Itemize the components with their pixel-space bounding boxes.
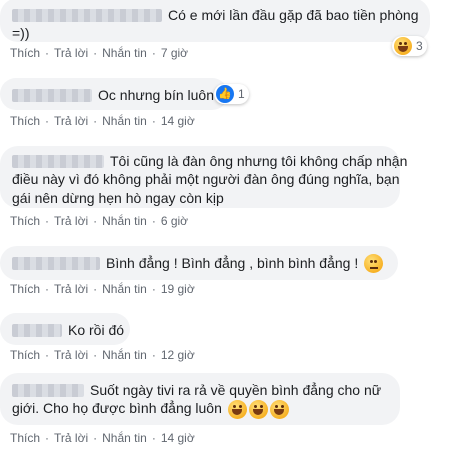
- comment-text: Có e mới lần đầu gặp đã bao tiền phòng: [168, 6, 419, 23]
- comment-text: =)): [12, 25, 30, 41]
- commenter-name-blurred[interactable]: [12, 383, 84, 397]
- comment-text: Ko rồi đó: [68, 321, 125, 338]
- commenter-name-blurred[interactable]: [12, 8, 162, 22]
- like-link[interactable]: Thích: [10, 431, 40, 445]
- message-link[interactable]: Nhắn tin: [102, 348, 147, 362]
- reaction-count: 1: [238, 87, 245, 101]
- like-icon: 👍: [216, 85, 234, 103]
- commenter-name-blurred[interactable]: [12, 256, 100, 270]
- message-link[interactable]: Nhắn tin: [102, 282, 147, 296]
- comment-text: Oc nhưng bín luôn: [98, 86, 215, 103]
- comment-text: gái nên dừng hẹn hò ngay còn kịp: [12, 190, 224, 206]
- commenter-name-blurred[interactable]: [12, 154, 104, 168]
- comment-text: Bình đẳng ! Bình đẳng , bình bình đẳng !: [106, 254, 359, 271]
- comment-actions: Thích · Trả lời · Nhắn tin · 7 giờ: [10, 46, 189, 60]
- comment-bubble: Có e mới lần đầu gặp đã bao tiền phòng =…: [0, 0, 430, 42]
- comment-actions: Thích · Trả lời · Nhắn tin · 14 giờ: [10, 431, 195, 445]
- comment-actions: Thích · Trả lời · Nhắn tin · 19 giờ: [10, 282, 195, 296]
- comment-bubble: Tôi cũng là đàn ông nhưng tôi không chấp…: [0, 146, 407, 208]
- reply-link[interactable]: Trả lời: [54, 46, 88, 60]
- comment-actions: Thích · Trả lời · Nhắn tin · 6 giờ: [10, 214, 189, 228]
- like-link[interactable]: Thích: [10, 114, 40, 128]
- laugh-icon: [248, 399, 268, 419]
- comment-bubble: Ko rồi đó: [0, 313, 130, 345]
- comment-text: Suốt ngày tivi ra rả về quyền bình đẳng …: [90, 381, 382, 398]
- message-link[interactable]: Nhắn tin: [102, 114, 147, 128]
- comment-time[interactable]: 19 giờ: [161, 282, 195, 296]
- laugh-icon: [269, 399, 289, 419]
- reply-link[interactable]: Trả lời: [54, 114, 88, 128]
- comment-bubble: Suốt ngày tivi ra rả về quyền bình đẳng …: [0, 373, 400, 425]
- commenter-name-blurred[interactable]: [12, 88, 92, 102]
- reply-link[interactable]: Trả lời: [54, 214, 88, 228]
- reaction-count: 3: [416, 39, 423, 53]
- commenter-name-blurred[interactable]: [12, 323, 62, 337]
- laugh-icon: [394, 37, 412, 55]
- reply-link[interactable]: Trả lời: [54, 431, 88, 445]
- comment-time[interactable]: 14 giờ: [161, 114, 195, 128]
- comment-time[interactable]: 12 giờ: [161, 348, 195, 362]
- like-link[interactable]: Thích: [10, 282, 40, 296]
- comment-bubble: Bình đẳng ! Bình đẳng , bình bình đẳng !: [0, 246, 398, 280]
- like-link[interactable]: Thích: [10, 46, 40, 60]
- message-link[interactable]: Nhắn tin: [102, 431, 147, 445]
- comment-bubble: Oc nhưng bín luôn: [0, 78, 228, 110]
- like-link[interactable]: Thích: [10, 214, 40, 228]
- comment-time[interactable]: 6 giờ: [161, 214, 188, 228]
- message-link[interactable]: Nhắn tin: [102, 214, 147, 228]
- laugh-icon: [227, 399, 247, 419]
- comment-actions: Thích · Trả lời · Nhắn tin · 12 giờ: [10, 348, 195, 362]
- reaction-summary[interactable]: 3: [392, 36, 427, 56]
- thinking-icon: [364, 253, 384, 273]
- reply-link[interactable]: Trả lời: [54, 348, 88, 362]
- comment-text: điều này vì đó không phải một người đàn …: [12, 171, 400, 187]
- comment-actions: Thích · Trả lời · Nhắn tin · 14 giờ: [10, 114, 195, 128]
- reply-link[interactable]: Trả lời: [54, 282, 88, 296]
- comment-time[interactable]: 14 giờ: [161, 431, 195, 445]
- message-link[interactable]: Nhắn tin: [102, 46, 147, 60]
- comment-time[interactable]: 7 giờ: [161, 46, 188, 60]
- comment-text: giới. Cho họ được bình đẳng luôn: [12, 400, 222, 416]
- comment-text: Tôi cũng là đàn ông nhưng tôi không chấp…: [110, 152, 408, 169]
- like-link[interactable]: Thích: [10, 348, 40, 362]
- reaction-summary[interactable]: 👍 1: [214, 84, 249, 104]
